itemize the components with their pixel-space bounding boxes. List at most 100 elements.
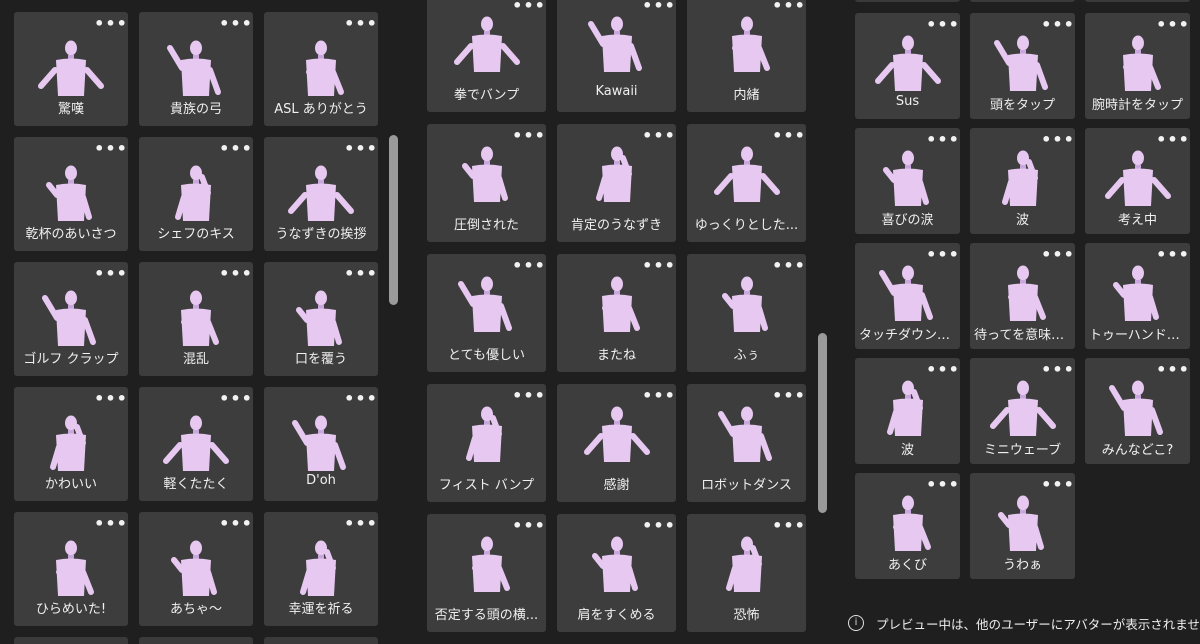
more-options-icon[interactable]: ••• [94,516,127,532]
more-options-icon[interactable]: ••• [512,258,545,274]
preview-notice-text: プレビュー中は、他のユーザーにアバターが表示されません。 [876,617,1200,632]
reaction-tile[interactable]: ••• 待ってを意味す... [970,243,1075,349]
more-options-icon[interactable]: ••• [642,518,675,534]
more-options-icon[interactable]: ••• [772,258,805,274]
reaction-tile[interactable]: ••• 拳でバンプ [427,0,546,112]
reaction-tile-partial[interactable] [970,0,1075,2]
reaction-tile[interactable]: ••• Sus [855,13,960,119]
reaction-tile[interactable]: ••• 喜びの涙 [855,128,960,234]
reaction-tile[interactable]: ••• 驚嘆 [14,12,128,126]
reaction-tile[interactable]: ••• D'oh [264,387,378,501]
more-options-icon[interactable]: ••• [512,128,545,144]
reaction-tile[interactable]: ••• 波 [970,128,1075,234]
reaction-tile[interactable]: ••• 内緒 [687,0,806,112]
reaction-tile[interactable]: ••• ミニウェーブ [970,358,1075,464]
more-options-icon[interactable]: ••• [642,388,675,404]
reaction-tile-partial[interactable] [14,637,128,644]
reaction-tile[interactable]: ••• ゴルフ クラップ [14,262,128,376]
reaction-label: 圧倒された [453,218,519,233]
reaction-tile[interactable]: ••• 波 [855,358,960,464]
reaction-tile[interactable]: ••• フィスト バンプ [427,384,546,502]
reaction-tile-partial[interactable] [1085,0,1190,2]
reaction-tile[interactable]: ••• うわぁ [970,473,1075,579]
more-options-icon[interactable]: ••• [219,516,252,532]
more-options-icon[interactable]: ••• [772,518,805,534]
more-options-icon[interactable]: ••• [344,516,377,532]
more-options-icon[interactable]: ••• [642,0,675,14]
reaction-tile[interactable]: ••• ロボットダンス [687,384,806,502]
reaction-tile[interactable]: ••• ゆっくりとした... [687,124,806,242]
reaction-tile-partial[interactable] [139,637,253,644]
more-options-icon[interactable]: ••• [219,141,252,157]
reaction-tile[interactable]: ••• かわいい [14,387,128,501]
reaction-tile[interactable]: ••• 幸運を祈る [264,512,378,626]
more-options-icon[interactable]: ••• [344,391,377,407]
more-options-icon[interactable]: ••• [642,258,675,274]
more-options-icon[interactable]: ••• [94,391,127,407]
scrollbar-left[interactable] [389,135,398,305]
more-options-icon[interactable]: ••• [1156,247,1189,263]
reaction-tile[interactable]: ••• 肩をすくめる [557,514,676,632]
reaction-tile[interactable]: ••• ASL ありがとう [264,12,378,126]
reaction-tile[interactable]: ••• 腕時計をタップ [1085,13,1190,119]
more-options-icon[interactable]: ••• [1041,362,1074,378]
more-options-icon[interactable]: ••• [1156,132,1189,148]
more-options-icon[interactable]: ••• [219,266,252,282]
reaction-tile[interactable]: ••• 口を覆う [264,262,378,376]
more-options-icon[interactable]: ••• [512,0,545,14]
reaction-tile[interactable]: ••• またね [557,254,676,372]
more-options-icon[interactable]: ••• [344,141,377,157]
more-options-icon[interactable]: ••• [772,0,805,14]
more-options-icon[interactable]: ••• [642,128,675,144]
more-options-icon[interactable]: ••• [1041,17,1074,33]
reaction-tile[interactable]: ••• 肯定のうなずき [557,124,676,242]
reaction-tile[interactable]: ••• ひらめいた! [14,512,128,626]
reaction-tile[interactable]: ••• みんなどこ? [1085,358,1190,464]
more-options-icon[interactable]: ••• [926,132,959,148]
reaction-tile[interactable]: ••• 考え中 [1085,128,1190,234]
reaction-tile[interactable]: ••• うなずきの挨拶 [264,137,378,251]
more-options-icon[interactable]: ••• [344,16,377,32]
reaction-tile-partial[interactable] [264,637,378,644]
more-options-icon[interactable]: ••• [772,128,805,144]
reaction-tile[interactable]: ••• 感謝 [557,384,676,502]
scrollbar-middle[interactable] [818,333,827,513]
reaction-tile[interactable]: ••• トゥーハンドウ... [1085,243,1190,349]
reaction-tile[interactable]: ••• タッチダウンセ... [855,243,960,349]
avatar-cute-icon [36,411,106,479]
reaction-tile[interactable]: ••• 軽くたたく [139,387,253,501]
more-options-icon[interactable]: ••• [1041,132,1074,148]
reaction-tile[interactable]: ••• 乾杯のあいさつ [14,137,128,251]
more-options-icon[interactable]: ••• [926,247,959,263]
reaction-tile[interactable]: ••• 否定する頭の横... [427,514,546,632]
more-options-icon[interactable]: ••• [94,16,127,32]
more-options-icon[interactable]: ••• [512,518,545,534]
more-options-icon[interactable]: ••• [1156,362,1189,378]
reaction-tile[interactable]: ••• 圧倒された [427,124,546,242]
reaction-tile[interactable]: ••• あちゃ～ [139,512,253,626]
more-options-icon[interactable]: ••• [344,266,377,282]
reaction-tile-partial[interactable] [855,0,960,2]
reaction-tile[interactable]: ••• 混乱 [139,262,253,376]
reaction-tile[interactable]: ••• とても優しい [427,254,546,372]
more-options-icon[interactable]: ••• [926,17,959,33]
reaction-tile[interactable]: ••• シェフのキス [139,137,253,251]
reaction-label: タッチダウンセ... [859,328,956,343]
reaction-tile[interactable]: ••• ふぅ [687,254,806,372]
reaction-tile[interactable]: ••• あくび [855,473,960,579]
more-options-icon[interactable]: ••• [926,362,959,378]
more-options-icon[interactable]: ••• [1156,17,1189,33]
reaction-tile[interactable]: ••• 恐怖 [687,514,806,632]
more-options-icon[interactable]: ••• [512,388,545,404]
reaction-tile[interactable]: ••• 貴族の弓 [139,12,253,126]
more-options-icon[interactable]: ••• [1041,477,1074,493]
more-options-icon[interactable]: ••• [1041,247,1074,263]
reaction-tile[interactable]: ••• 頭をタップ [970,13,1075,119]
more-options-icon[interactable]: ••• [219,391,252,407]
more-options-icon[interactable]: ••• [94,141,127,157]
reaction-tile[interactable]: ••• Kawaii [557,0,676,112]
more-options-icon[interactable]: ••• [219,16,252,32]
more-options-icon[interactable]: ••• [926,477,959,493]
more-options-icon[interactable]: ••• [772,388,805,404]
more-options-icon[interactable]: ••• [94,266,127,282]
